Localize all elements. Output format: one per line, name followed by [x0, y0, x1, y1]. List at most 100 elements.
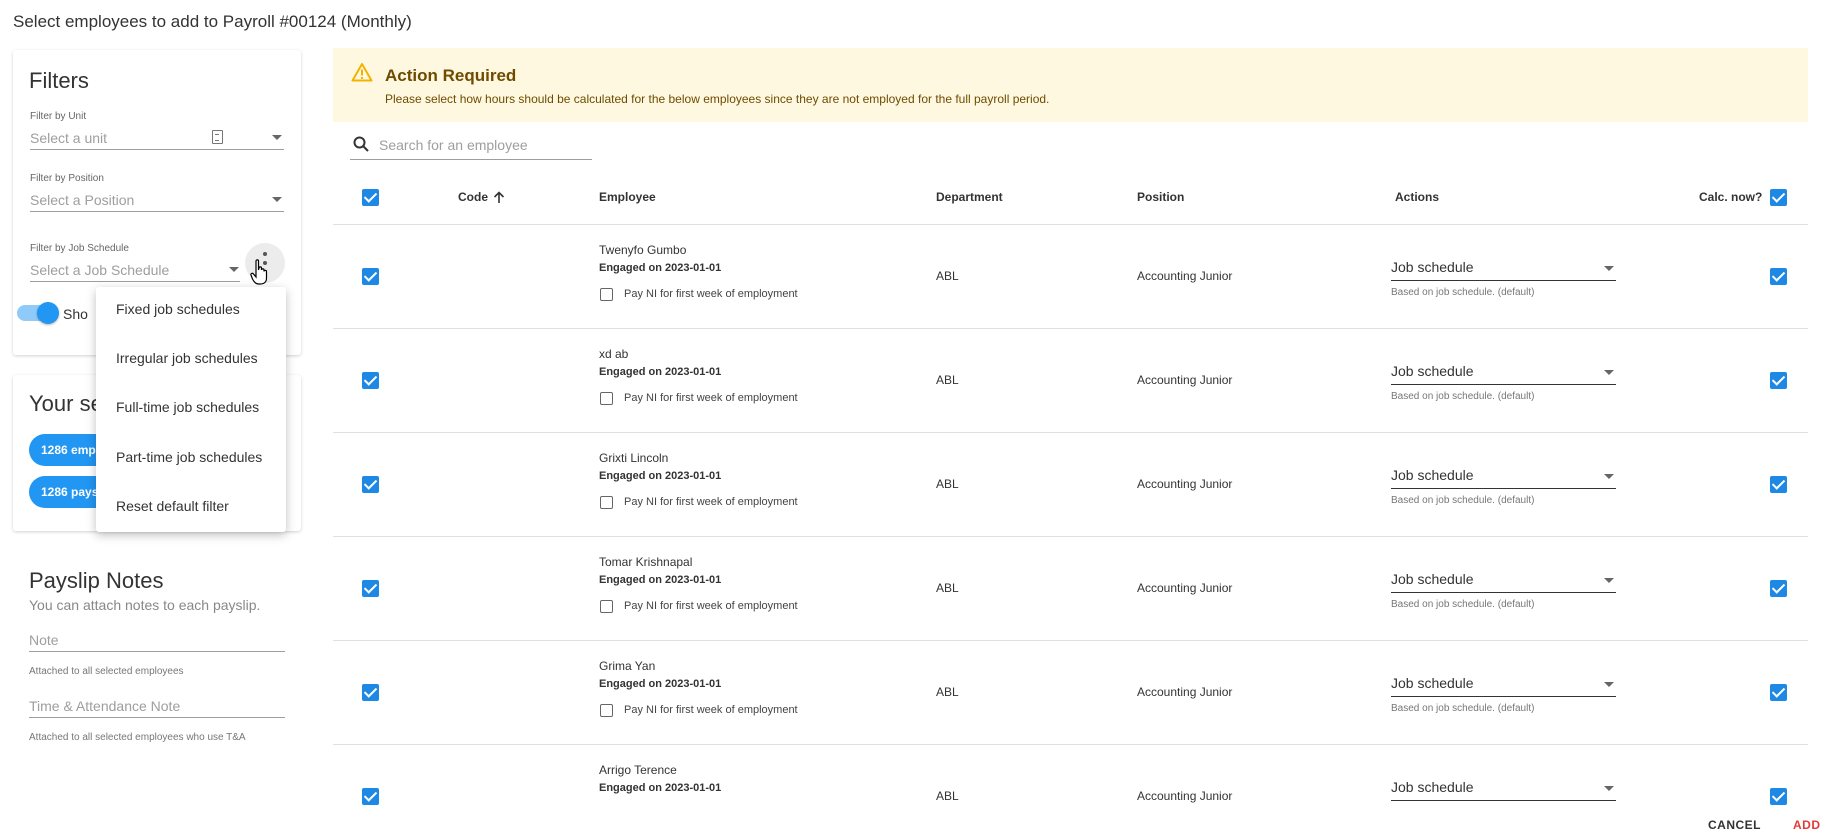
- menu-item-full-time[interactable]: Full-time job schedules: [116, 399, 259, 415]
- schedule-filter-placeholder: Select a Job Schedule: [30, 262, 170, 278]
- employee-name: Grixti Lincoln: [599, 451, 669, 465]
- engaged-date: Engaged on 2023-01-01: [599, 678, 722, 690]
- employee-name: Tomar Krishnapal: [599, 555, 693, 569]
- action-required-alert: Action Required Please select how hours …: [333, 48, 1808, 122]
- calculation-method-select[interactable]: Job schedule: [1391, 359, 1616, 385]
- column-header-position[interactable]: Position: [1137, 190, 1184, 204]
- department-cell: ABL: [936, 269, 959, 283]
- filters-title: Filters: [29, 68, 89, 93]
- calculation-method-value: Job schedule: [1391, 363, 1474, 379]
- position-cell: Accounting Junior: [1137, 581, 1233, 595]
- pay-ni-label: Pay NI for first week of employment: [624, 704, 798, 716]
- chevron-down-icon: [1604, 266, 1614, 271]
- select-all-checkbox[interactable]: [362, 189, 379, 206]
- column-header-department[interactable]: Department: [936, 190, 1003, 204]
- pay-ni-checkbox[interactable]: [600, 704, 613, 717]
- chevron-down-icon: [229, 267, 239, 272]
- search-placeholder: Search for an employee: [379, 137, 528, 153]
- position-filter-placeholder: Select a Position: [30, 192, 135, 208]
- row-select-checkbox[interactable]: [362, 580, 379, 597]
- calculation-method-value: Job schedule: [1391, 675, 1474, 691]
- cancel-button[interactable]: CANCEL: [1708, 818, 1761, 831]
- note-input[interactable]: Note: [29, 626, 285, 652]
- column-header-code[interactable]: Code: [458, 190, 488, 204]
- row-select-checkbox[interactable]: [362, 476, 379, 493]
- pay-ni-checkbox[interactable]: [600, 288, 613, 301]
- calc-now-checkbox[interactable]: [1770, 684, 1787, 701]
- chevron-down-icon: [1604, 786, 1614, 791]
- chevron-down-icon: [272, 135, 282, 140]
- employee-name: Twenyfo Gumbo: [599, 243, 687, 257]
- engaged-date: Engaged on 2023-01-01: [599, 782, 722, 794]
- menu-item-irregular[interactable]: Irregular job schedules: [116, 350, 258, 366]
- position-cell: Accounting Junior: [1137, 477, 1233, 491]
- calculation-method-value: Job schedule: [1391, 571, 1474, 587]
- unit-filter-label: Filter by Unit: [30, 111, 87, 122]
- row-divider: [333, 744, 1808, 745]
- calc-now-checkbox[interactable]: [1770, 476, 1787, 493]
- schedule-filter-select[interactable]: Select a Job Schedule: [30, 256, 240, 282]
- warning-icon: [351, 63, 373, 82]
- position-cell: Accounting Junior: [1137, 269, 1233, 283]
- department-cell: ABL: [936, 789, 959, 803]
- position-filter-select[interactable]: Select a Position: [30, 186, 284, 212]
- position-cell: Accounting Junior: [1137, 373, 1233, 387]
- pay-ni-label: Pay NI for first week of employment: [624, 392, 798, 404]
- calculation-method-select[interactable]: Job schedule: [1391, 567, 1616, 593]
- add-button[interactable]: ADD: [1793, 818, 1821, 831]
- schedule-filter-label: Filter by Job Schedule: [30, 243, 129, 254]
- calculation-method-value: Job schedule: [1391, 779, 1474, 795]
- row-divider: [333, 640, 1808, 641]
- engaged-date: Engaged on 2023-01-01: [599, 574, 722, 586]
- sort-ascending-icon[interactable]: [493, 191, 505, 204]
- row-select-checkbox[interactable]: [362, 372, 379, 389]
- menu-item-reset[interactable]: Reset default filter: [116, 498, 229, 514]
- document-icon[interactable]: [212, 130, 223, 144]
- more-vert-icon: [263, 252, 267, 256]
- chevron-down-icon: [272, 197, 282, 202]
- employee-search-input[interactable]: Search for an employee: [350, 132, 592, 160]
- pay-ni-checkbox[interactable]: [600, 496, 613, 509]
- engaged-date: Engaged on 2023-01-01: [599, 262, 722, 274]
- column-header-employee[interactable]: Employee: [599, 190, 656, 204]
- employee-name: xd ab: [599, 347, 629, 361]
- chevron-down-icon: [1604, 578, 1614, 583]
- calc-now-checkbox[interactable]: [1770, 788, 1787, 805]
- calculation-method-select[interactable]: Job schedule: [1391, 255, 1616, 281]
- row-divider: [333, 536, 1808, 537]
- calculation-method-hint: Based on job schedule. (default): [1391, 599, 1535, 610]
- pay-ni-checkbox[interactable]: [600, 600, 613, 613]
- calculation-method-hint: Based on job schedule. (default): [1391, 391, 1535, 402]
- menu-item-fixed[interactable]: Fixed job schedules: [116, 301, 240, 317]
- pay-ni-checkbox[interactable]: [600, 392, 613, 405]
- department-cell: ABL: [936, 373, 959, 387]
- calculation-method-value: Job schedule: [1391, 259, 1474, 275]
- chevron-down-icon: [1604, 474, 1614, 479]
- calc-now-all-checkbox[interactable]: [1770, 189, 1787, 206]
- calculation-method-select[interactable]: Job schedule: [1391, 463, 1616, 489]
- calculation-method-hint: Based on job schedule. (default): [1391, 703, 1535, 714]
- unit-filter-select[interactable]: Select a unit: [30, 124, 284, 150]
- row-select-checkbox[interactable]: [362, 268, 379, 285]
- ta-note-hint: Attached to all selected employees who u…: [29, 732, 246, 743]
- calculation-method-value: Job schedule: [1391, 467, 1474, 483]
- column-header-actions: Actions: [1395, 190, 1440, 204]
- hand-cursor-icon: [250, 259, 268, 285]
- position-filter-label: Filter by Position: [30, 173, 104, 184]
- calculation-method-select[interactable]: Job schedule: [1391, 671, 1616, 697]
- ta-note-input[interactable]: Time & Attendance Note: [29, 692, 285, 718]
- calc-now-checkbox[interactable]: [1770, 580, 1787, 597]
- row-divider: [333, 432, 1808, 433]
- menu-item-part-time[interactable]: Part-time job schedules: [116, 449, 262, 465]
- job-schedule-filter-menu: Fixed job schedules Irregular job schedu…: [96, 287, 286, 532]
- employee-name: Grima Yan: [599, 659, 656, 673]
- row-select-checkbox[interactable]: [362, 684, 379, 701]
- ta-note-placeholder: Time & Attendance Note: [29, 698, 181, 714]
- calc-now-checkbox[interactable]: [1770, 372, 1787, 389]
- payslip-notes-title: Payslip Notes: [29, 568, 164, 593]
- pay-ni-label: Pay NI for first week of employment: [624, 600, 798, 612]
- row-select-checkbox[interactable]: [362, 788, 379, 805]
- calc-now-checkbox[interactable]: [1770, 268, 1787, 285]
- calculation-method-select[interactable]: Job schedule: [1391, 775, 1616, 801]
- show-toggle[interactable]: [17, 302, 59, 324]
